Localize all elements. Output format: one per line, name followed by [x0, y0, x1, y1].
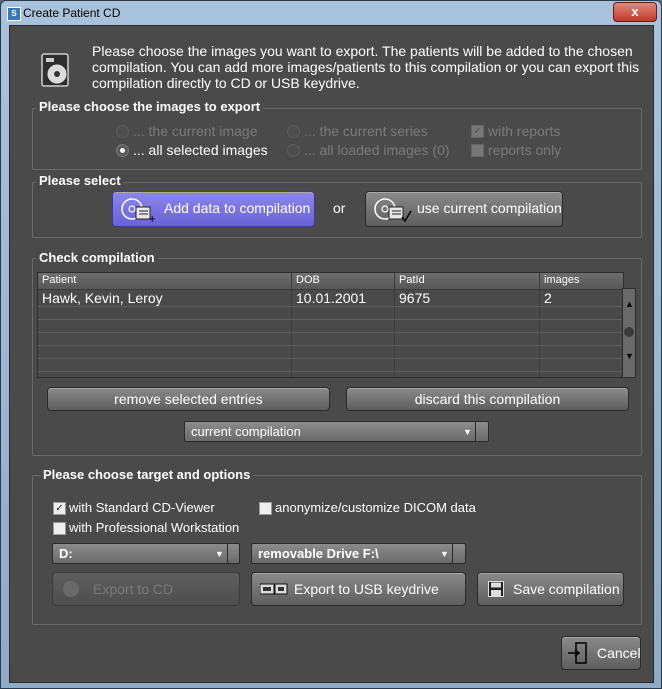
- row-divider: [38, 306, 623, 307]
- cd-export-icon: [41, 53, 69, 87]
- cancel-button[interactable]: Cancel: [561, 636, 641, 670]
- images-group-label: Please choose the images to export: [36, 99, 264, 114]
- save-compilation-label: Save compilation: [513, 581, 620, 597]
- use-current-compilation-button[interactable]: use current compilation: [365, 191, 563, 227]
- row-divider: [38, 358, 623, 359]
- use-compilation-icon: [374, 198, 412, 223]
- app-icon: S: [7, 7, 21, 21]
- column-divider: [394, 273, 395, 377]
- cd-drive-value: D:: [59, 546, 73, 561]
- table-header: Patient DOB PatId images: [38, 273, 623, 290]
- window-title: Create Patient CD: [23, 6, 121, 20]
- current-series-radio[interactable]: [287, 125, 300, 138]
- save-compilation-button[interactable]: Save compilation: [477, 572, 624, 606]
- row-divider: [38, 319, 623, 320]
- remove-entries-button[interactable]: remove selected entries: [47, 387, 330, 411]
- row-divider: [38, 345, 623, 346]
- save-icon: [488, 581, 504, 597]
- scroll-up-icon[interactable]: ▲: [625, 299, 634, 309]
- standard-viewer-label: with Standard CD-Viewer: [69, 500, 215, 515]
- table-scrollbar[interactable]: ▲ ▼: [622, 288, 636, 378]
- usb-drive-icon: [260, 583, 288, 595]
- dropdown-divider: [227, 544, 228, 563]
- row-divider: [38, 332, 623, 333]
- close-button[interactable]: x: [613, 2, 657, 22]
- with-reports-checkbox[interactable]: ✓: [471, 125, 484, 138]
- add-data-button[interactable]: + Add data to compilation: [112, 191, 315, 227]
- cancel-label: Cancel: [597, 645, 641, 661]
- images-group: [32, 108, 642, 170]
- all-loaded-radio[interactable]: [287, 144, 300, 157]
- anonymize-label: anonymize/customize DICOM data: [275, 500, 476, 515]
- current-series-label: ... the current series: [304, 123, 428, 139]
- cd-drive-select[interactable]: D: ▼: [52, 543, 240, 564]
- dropdown-divider: [475, 422, 476, 441]
- all-selected-label: ... all selected images: [133, 142, 268, 158]
- col-patient[interactable]: Patient: [42, 274, 76, 286]
- export-usb-label: Export to USB keydrive: [294, 581, 439, 597]
- all-loaded-label: ... all loaded images (0): [304, 142, 450, 158]
- with-reports-label: with reports: [488, 123, 561, 139]
- chevron-down-icon: ▼: [215, 549, 224, 559]
- scroll-down-icon[interactable]: ▼: [625, 351, 634, 361]
- current-image-radio[interactable]: [116, 125, 129, 138]
- row-divider: [38, 371, 623, 372]
- standard-viewer-checkbox[interactable]: ✓: [53, 502, 66, 515]
- col-patid[interactable]: PatId: [399, 274, 425, 286]
- usb-drive-select[interactable]: removable Drive F:\ ▼: [251, 543, 466, 564]
- disc-icon: [63, 581, 79, 597]
- intro-text: Please choose the images you want to exp…: [92, 43, 640, 91]
- export-cd-label: Export to CD: [93, 581, 174, 597]
- select-group-label: Please select: [36, 173, 124, 188]
- dialog-window: S Create Patient CD x Please choose the …: [0, 0, 662, 689]
- usb-drive-value: removable Drive F:\: [258, 546, 379, 561]
- title-bar[interactable]: S Create Patient CD x: [1, 1, 661, 25]
- pro-workstation-label: with Professional Workstation: [69, 520, 240, 535]
- chevron-down-icon: ▼: [440, 549, 449, 559]
- exit-door-icon: [568, 642, 587, 664]
- cell-patid: 9675: [399, 290, 431, 306]
- compilation-group-label: Check compilation: [36, 250, 158, 265]
- add-data-label: Add data to compilation: [164, 200, 311, 216]
- anonymize-checkbox[interactable]: [259, 502, 272, 515]
- col-dob[interactable]: DOB: [296, 274, 320, 286]
- pro-workstation-checkbox[interactable]: [53, 522, 66, 535]
- current-image-label: ... the current image: [133, 123, 258, 139]
- cell-patient: Hawk, Kevin, Leroy: [42, 290, 163, 306]
- or-label: or: [333, 200, 346, 216]
- discard-compilation-button[interactable]: discard this compilation: [346, 387, 629, 411]
- reports-only-label: reports only: [488, 142, 562, 158]
- export-usb-button[interactable]: Export to USB keydrive: [251, 572, 466, 606]
- chevron-down-icon: ▼: [463, 427, 472, 437]
- col-images[interactable]: images: [544, 274, 579, 286]
- compilation-select[interactable]: current compilation ▼: [184, 421, 489, 442]
- cell-dob: 10.01.2001: [296, 290, 367, 306]
- reports-only-checkbox[interactable]: [471, 144, 484, 157]
- cell-images: 2: [544, 290, 552, 306]
- svg-text:+: +: [148, 214, 155, 223]
- dialog-body: Please choose the images you want to exp…: [9, 25, 654, 683]
- target-group-label: Please choose target and options: [40, 467, 254, 482]
- dropdown-divider: [452, 544, 453, 563]
- use-current-label: use current compilation: [417, 200, 562, 216]
- all-selected-radio[interactable]: [116, 144, 129, 157]
- compilation-select-value: current compilation: [191, 424, 301, 439]
- add-compilation-icon: +: [121, 198, 155, 223]
- column-divider: [291, 273, 292, 377]
- column-divider: [539, 273, 540, 377]
- export-cd-button[interactable]: Export to CD: [52, 572, 240, 606]
- compilation-table[interactable]: Patient DOB PatId images Hawk, Kevin, Le…: [37, 272, 624, 378]
- scroll-thumb[interactable]: [624, 327, 634, 337]
